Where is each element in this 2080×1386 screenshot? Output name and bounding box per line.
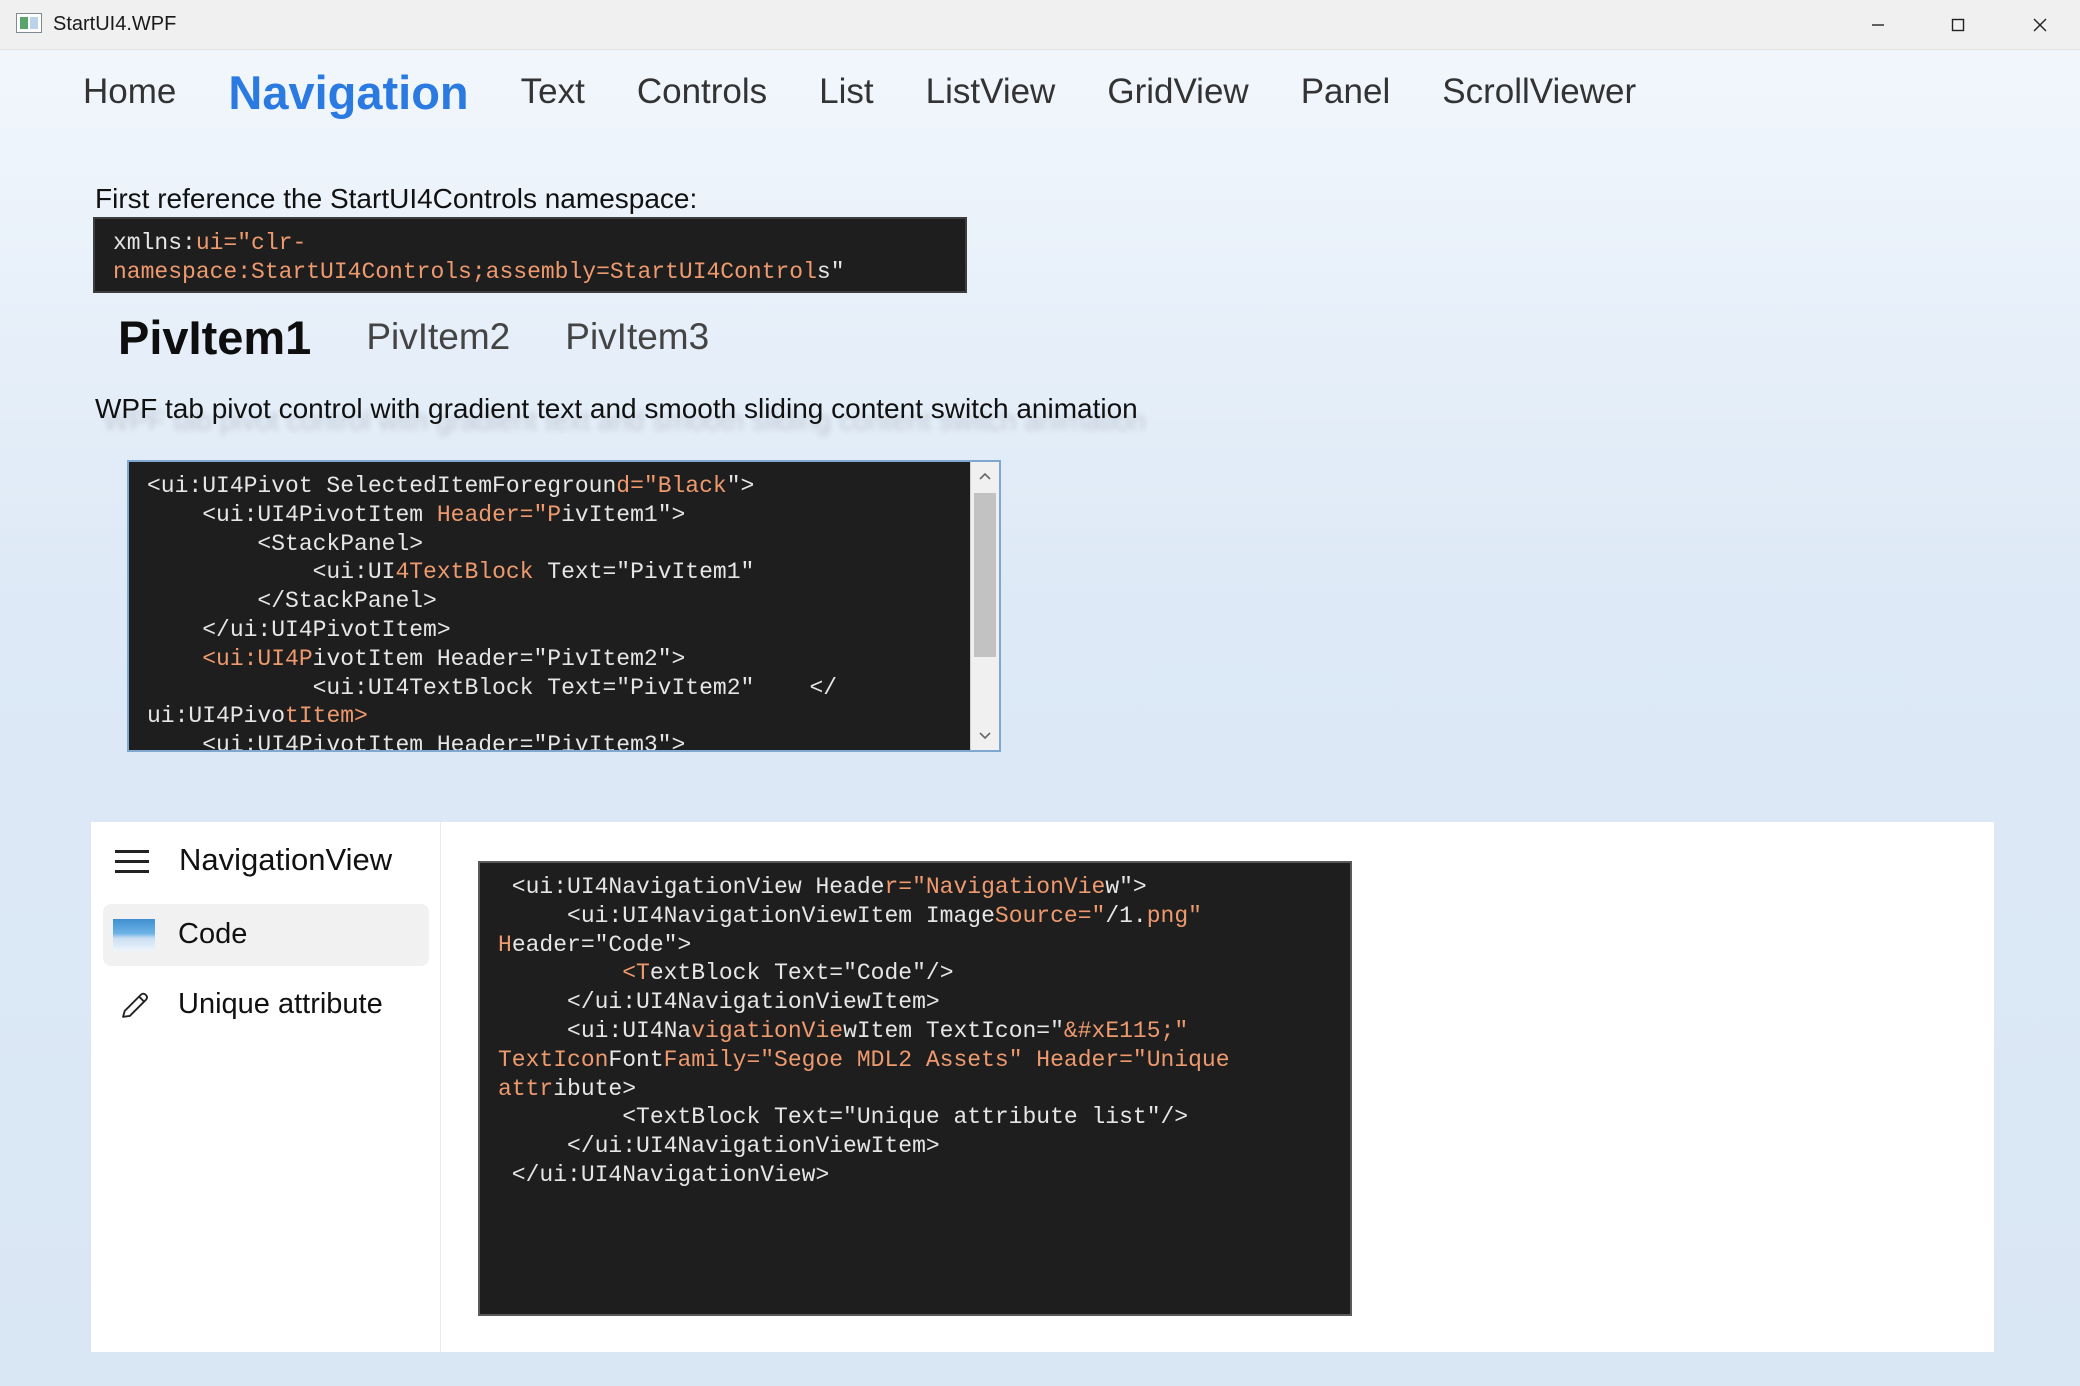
- code-text: <ui:UI4NavigationViewItem Image: [498, 902, 995, 929]
- nav-item-label: Unique attribute: [178, 988, 383, 1020]
- code-text: ">: [726, 473, 755, 499]
- pencil-icon: [122, 992, 148, 1018]
- tab-navigation[interactable]: Navigation: [228, 65, 468, 120]
- code-line: </ui:UI4NavigationViewItem>: [498, 1133, 940, 1160]
- window-title: StartUI4.WPF: [53, 13, 177, 35]
- code-keyword: <ui:UI4P: [202, 645, 313, 672]
- code-keyword: &#xE115;": [1063, 1017, 1189, 1044]
- code-text: w">: [1105, 874, 1147, 900]
- close-icon: [2033, 18, 2047, 31]
- code-keyword: Header="P: [436, 501, 562, 528]
- pivot-code-viewer[interactable]: <ui:UI4Pivot SelectedItemForeground="Bla…: [127, 460, 1001, 752]
- code-text: <ui:UI4Na: [498, 1017, 692, 1044]
- image-icon: [113, 919, 155, 951]
- minimize-button[interactable]: [1838, 0, 1918, 49]
- code-line: <ui:UI4TextBlock Text="PivItem2" </: [147, 674, 838, 701]
- code-line: </ui:UI4NavigationView>: [498, 1161, 830, 1188]
- pivot-description: WPF tab pivot control with gradient text…: [95, 393, 1138, 424]
- pivot-item-1[interactable]: PivItem1: [118, 310, 311, 365]
- code-keyword: tItem>: [285, 703, 368, 730]
- vertical-scrollbar[interactable]: [970, 462, 999, 750]
- code-keyword: png": [1146, 902, 1202, 929]
- code-line: <TextBlock Text="Unique attribute list"/…: [498, 1104, 1189, 1131]
- code-text: <ui:UI4Pivot SelectedItemForegroun: [147, 473, 617, 499]
- pivot-code-block: <ui:UI4Pivot SelectedItemForeground="Bla…: [129, 462, 971, 750]
- nav-item-label: Code: [178, 918, 248, 950]
- namespace-intro-text: First reference the StartUI4Controls nam…: [95, 183, 698, 214]
- code-text: <ui:UI4NavigationView Heade: [498, 874, 885, 900]
- tab-home[interactable]: Home: [83, 72, 176, 112]
- code-text: wItem TextIcon=": [843, 1017, 1064, 1044]
- app-icon: [16, 13, 42, 33]
- title-bar: StartUI4.WPF: [0, 0, 2080, 50]
- navigation-view-code-block: <ui:UI4NavigationView Header="Navigation…: [478, 861, 1352, 1316]
- maximize-icon: [1951, 18, 1965, 31]
- code-keyword: ui="clr-: [195, 230, 307, 256]
- code-text: s": [816, 259, 845, 285]
- code-text: ui:UI4Pivo: [147, 703, 286, 730]
- nav-item-unique-attribute[interactable]: Unique attribute: [103, 974, 429, 1036]
- code-keyword: attr: [498, 1075, 554, 1102]
- code-keyword: Source=": [994, 902, 1106, 929]
- tab-scrollviewer[interactable]: ScrollViewer: [1442, 72, 1636, 112]
- close-button[interactable]: [2000, 0, 2080, 49]
- scroll-down-button[interactable]: [971, 722, 999, 750]
- pivot-item-2[interactable]: PivItem2: [366, 316, 510, 358]
- tab-text[interactable]: Text: [521, 72, 585, 112]
- code-keyword: H: [498, 931, 512, 958]
- code-line: </StackPanel>: [147, 588, 437, 615]
- pivot-header: PivItem1 PivItem2 PivItem3: [118, 302, 764, 372]
- tab-gridview[interactable]: GridView: [1107, 72, 1248, 112]
- code-text: Text="PivItem1": [533, 559, 755, 586]
- maximize-button[interactable]: [1918, 0, 1998, 49]
- code-line: </ui:UI4NavigationViewItem>: [498, 989, 940, 1016]
- hamburger-icon[interactable]: [115, 848, 151, 878]
- code-line: <ui:UI4PivotItem Header="PivItem3">: [147, 732, 686, 750]
- tab-listview[interactable]: ListView: [926, 72, 1056, 112]
- nav-item-code[interactable]: Code: [103, 904, 429, 966]
- tab-panel[interactable]: Panel: [1301, 72, 1391, 112]
- main-nav-tabs: Home Navigation Text Controls List ListV…: [83, 62, 1688, 122]
- code-keyword: namespace:StartUI4Controls;assembly=Star…: [113, 259, 817, 285]
- code-keyword: TextIcon: [498, 1046, 609, 1073]
- code-keyword: d="Black: [616, 473, 727, 499]
- code-line: <StackPanel>: [147, 530, 424, 557]
- code-keyword: <T: [622, 960, 650, 987]
- chevron-up-icon: [979, 472, 991, 480]
- minimize-icon: [1872, 23, 1884, 26]
- code-text: Font: [608, 1046, 664, 1073]
- code-text: extBlock Text="Code"/>: [649, 960, 954, 987]
- code-line: </ui:UI4PivotItem>: [147, 616, 451, 643]
- code-text: <ui:UI: [147, 559, 396, 586]
- code-text: ivotItem Header="PivItem2">: [312, 645, 686, 672]
- scroll-thumb[interactable]: [974, 493, 996, 657]
- code-keyword: r="NavigationVie: [884, 874, 1106, 900]
- code-text: xmlns:: [113, 230, 196, 256]
- code-keyword: Family="Segoe MDL2 Assets" Header="Uniqu…: [663, 1046, 1230, 1073]
- code-text: /1.: [1105, 902, 1147, 929]
- pivot-item-3[interactable]: PivItem3: [565, 316, 709, 358]
- navigation-view-title: NavigationView: [179, 842, 393, 877]
- scroll-up-button[interactable]: [971, 462, 999, 490]
- app-window: StartUI4.WPF Home Navigation Text Contro…: [0, 0, 2080, 1386]
- code-text: ivItem1">: [561, 501, 686, 528]
- code-text: eader="Code">: [511, 931, 692, 958]
- code-keyword: vigationVie: [691, 1017, 844, 1044]
- code-text: ibute>: [553, 1075, 637, 1102]
- navigation-pane: NavigationView Code Unique attribute: [91, 822, 441, 1352]
- namespace-code-block: xmlns:ui="clr- namespace:StartUI4Control…: [93, 217, 967, 293]
- chevron-down-icon: [979, 732, 991, 740]
- tab-controls[interactable]: Controls: [637, 72, 767, 112]
- code-text: <ui:UI4PivotItem: [147, 501, 437, 528]
- tab-list[interactable]: List: [819, 72, 873, 112]
- code-keyword: 4TextBlock: [395, 559, 534, 586]
